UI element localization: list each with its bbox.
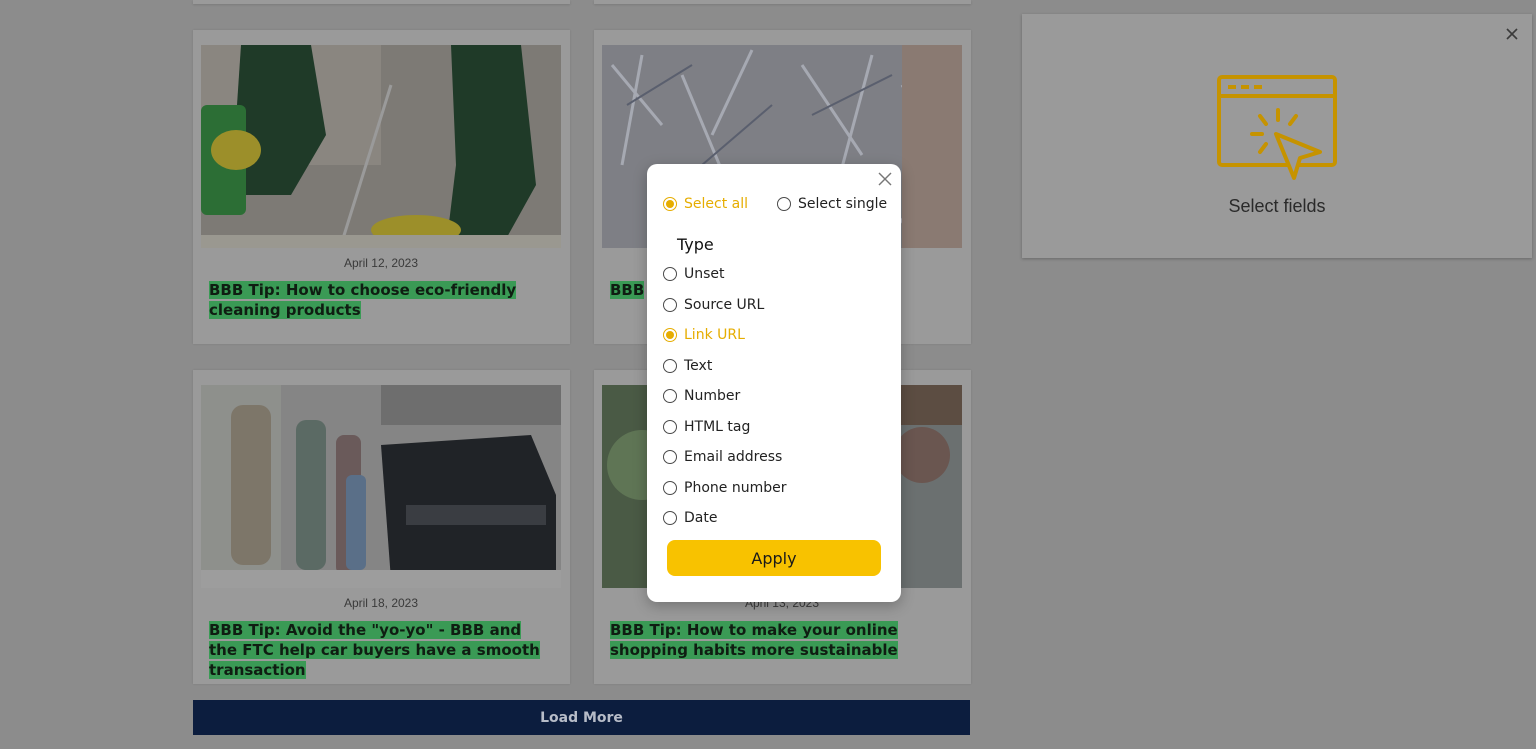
load-more-button[interactable]: Load More	[193, 700, 970, 735]
field-type-modal: Select all Select single Type Unset Sour…	[647, 164, 901, 602]
type-option-source-url[interactable]: Source URL	[663, 297, 764, 313]
radio-unchecked-icon	[663, 298, 677, 312]
type-option-date[interactable]: Date	[663, 510, 717, 526]
article-card[interactable]: April 12, 2023 BBB Tip: How to choose ec…	[193, 30, 570, 344]
select-fields-label: Select fields	[1228, 196, 1326, 216]
radio-label: Source URL	[684, 297, 765, 313]
close-icon[interactable]	[1504, 26, 1520, 42]
radio-unchecked-icon	[663, 267, 677, 281]
radio-label: Unset	[684, 266, 725, 282]
radio-label: Text	[684, 358, 713, 374]
article-image-cleaning	[201, 45, 561, 248]
radio-checked-icon	[663, 197, 677, 211]
radio-unchecked-icon	[663, 359, 677, 373]
card-top-partial	[193, 0, 570, 4]
radio-label: Link URL	[684, 327, 745, 343]
type-option-link-url[interactable]: Link URL	[663, 327, 745, 343]
type-option-number[interactable]: Number	[663, 388, 740, 404]
radio-unchecked-icon	[663, 511, 677, 525]
radio-unchecked-icon	[777, 197, 791, 211]
select-fields-panel: Select fields	[1022, 14, 1532, 258]
radio-label: Number	[684, 388, 741, 404]
radio-unchecked-icon	[663, 450, 677, 464]
article-title[interactable]: BBB Tip: How to make your online shoppin…	[610, 620, 950, 660]
radio-label: Email address	[684, 449, 783, 465]
article-title[interactable]: BBB Tip: How to choose eco-friendly clea…	[209, 280, 549, 320]
article-image-car-dealership	[201, 385, 561, 588]
radio-label: Date	[684, 510, 718, 526]
article-date: April 12, 2023	[343, 256, 419, 270]
radio-unchecked-icon	[663, 420, 677, 434]
type-option-html-tag[interactable]: HTML tag	[663, 419, 750, 435]
article-title[interactable]: BBB Tip: Avoid the "yo-yo" - BBB and the…	[209, 620, 549, 680]
type-option-phone-number[interactable]: Phone number	[663, 480, 786, 496]
radio-unchecked-icon	[663, 481, 677, 495]
type-option-email-address[interactable]: Email address	[663, 449, 782, 465]
cursor-click-window-icon	[1217, 75, 1337, 180]
close-icon[interactable]	[878, 172, 892, 186]
type-heading: Type	[677, 235, 714, 254]
radio-label: HTML tag	[684, 419, 751, 435]
radio-label: Select single	[798, 196, 888, 212]
radio-label: Phone number	[684, 480, 787, 496]
card-top-partial	[594, 0, 971, 4]
article-date: April 18, 2023	[343, 596, 419, 610]
article-card[interactable]: April 18, 2023 BBB Tip: Avoid the "yo-yo…	[193, 370, 570, 684]
type-option-unset[interactable]: Unset	[663, 266, 725, 282]
select-single-radio[interactable]: Select single	[777, 196, 887, 212]
type-option-text[interactable]: Text	[663, 358, 712, 374]
radio-checked-icon	[663, 328, 677, 342]
select-all-radio[interactable]: Select all	[663, 196, 748, 212]
apply-button[interactable]: Apply	[667, 540, 881, 576]
radio-unchecked-icon	[663, 389, 677, 403]
radio-label: Select all	[684, 196, 748, 212]
